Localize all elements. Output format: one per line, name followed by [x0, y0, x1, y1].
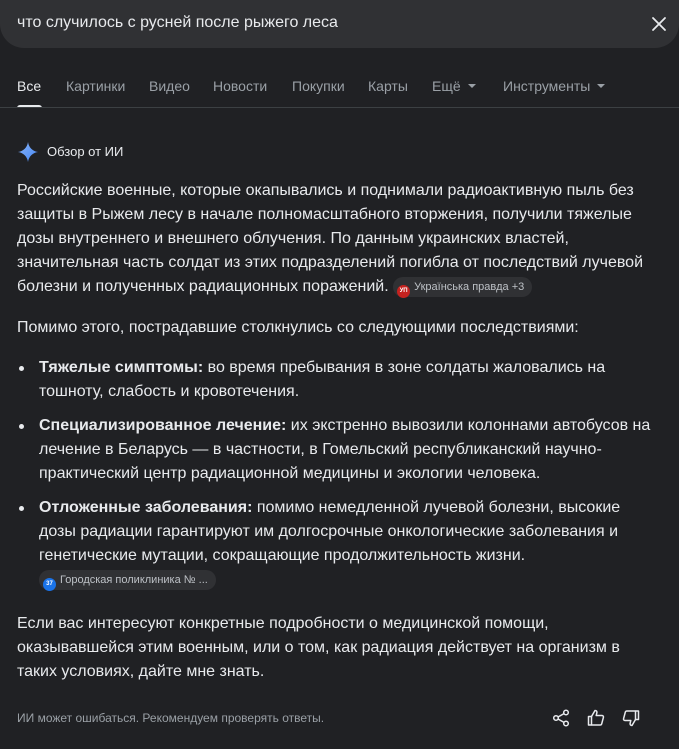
source-chip-label: Українська правда +3 [414, 281, 525, 293]
bullet-term: Специализированное лечение: [39, 417, 287, 434]
chevron-down-icon [597, 84, 606, 89]
ai-disclaimer: ИИ может ошибаться. Рекомендуем проверят… [17, 711, 325, 725]
ai-bullet-list: Тяжелые симптомы: во время пребывания в … [17, 356, 657, 602]
search-tabs: Все Картинки Видео Новости Покупки Карты… [0, 78, 679, 108]
tab-all[interactable]: Все [17, 78, 41, 94]
ai-intro-paragraph: Российские военные, которые окапывались … [17, 179, 657, 299]
bullet-term: Отложенные заболевания: [39, 499, 253, 516]
sparkle-icon [17, 141, 39, 163]
ai-closing-paragraph: Если вас интересуют конкретные подробнос… [17, 615, 620, 680]
tab-images[interactable]: Картинки [66, 78, 125, 94]
ai-intro-text: Российские военные, которые окапывались … [17, 182, 644, 295]
clinic-favicon: 37 [43, 578, 56, 591]
ai-lead-text: Помимо этого, пострадавшие столкнулись с… [17, 319, 579, 336]
tab-tools-label: Инструменты [503, 78, 591, 94]
source-chip[interactable]: 37 Городская поликлиника № ... [39, 570, 216, 591]
list-item: Тяжелые симптомы: во время пребывания в … [17, 356, 657, 404]
tab-tools[interactable]: Инструменты [503, 78, 606, 94]
search-query[interactable]: что случилось с русней после рыжего леса [17, 14, 338, 32]
ai-overview-title: Обзор от ИИ [47, 144, 124, 159]
tab-more[interactable]: Ещё [432, 78, 476, 94]
chevron-down-icon [467, 84, 476, 89]
close-icon[interactable] [649, 14, 669, 34]
source-chip[interactable]: УП Українська правда +3 [393, 277, 533, 298]
thumbs-up-icon[interactable] [586, 708, 606, 728]
tab-shopping[interactable]: Покупки [292, 78, 345, 94]
share-icon[interactable] [551, 708, 571, 728]
bullet-term: Тяжелые симптомы: [39, 359, 204, 376]
tab-videos[interactable]: Видео [149, 78, 190, 94]
tabs-divider [0, 107, 679, 108]
tab-more-label: Ещё [432, 78, 461, 94]
search-bar[interactable]: что случилось с русней после рыжего леса [0, 0, 679, 48]
list-item: Отложенные заболевания: помимо немедленн… [17, 496, 657, 592]
source-chip-label: Городская поликлиника № ... [60, 574, 208, 586]
list-item: Специализированное лечение: их экстренно… [17, 414, 657, 486]
tab-maps[interactable]: Карты [368, 78, 408, 94]
ukrainska-pravda-favicon: УП [397, 285, 411, 298]
thumbs-down-icon[interactable] [621, 708, 641, 728]
tab-news[interactable]: Новости [213, 78, 267, 94]
